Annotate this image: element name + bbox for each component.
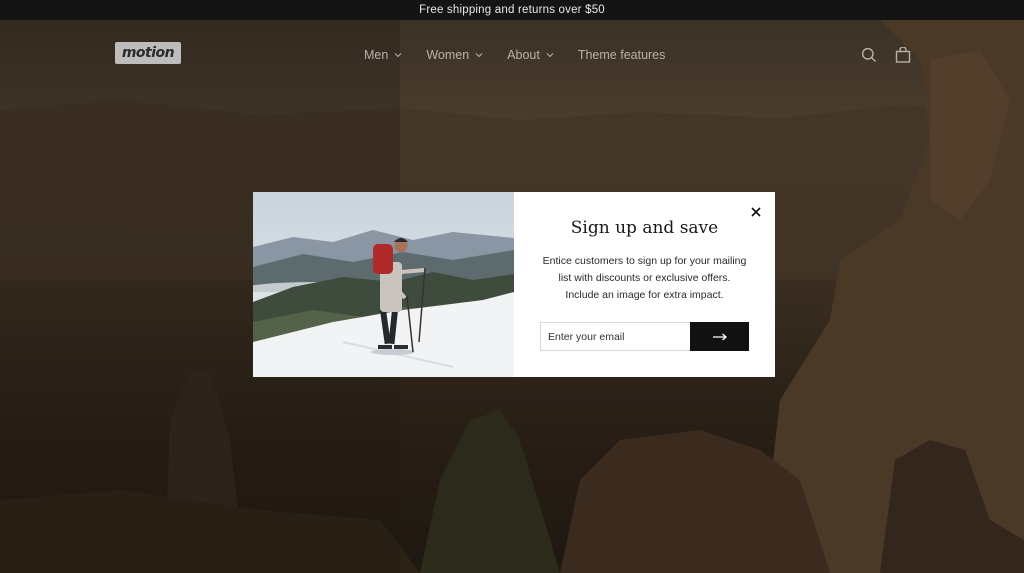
- nav-item-label: About: [507, 48, 540, 62]
- newsletter-popup: Sign up and save Entice customers to sig…: [253, 192, 775, 377]
- logo-text: motion: [121, 45, 175, 61]
- subscribe-submit-button[interactable]: [690, 322, 749, 351]
- close-icon: [751, 207, 761, 217]
- search-icon: [861, 47, 876, 62]
- nav-item-about[interactable]: About: [507, 48, 554, 62]
- nav-item-label: Men: [364, 48, 389, 62]
- site-logo[interactable]: motion: [115, 42, 181, 64]
- main-nav: Men Women About Theme features: [364, 48, 689, 62]
- search-button[interactable]: [861, 47, 877, 63]
- cart-icon: [895, 46, 911, 63]
- arrow-right-icon: [712, 333, 727, 340]
- nav-item-theme-features[interactable]: Theme features: [578, 48, 666, 62]
- announcement-bar: Free shipping and returns over $50: [0, 0, 1024, 20]
- popup-close-button[interactable]: [750, 205, 762, 217]
- nav-item-label: Theme features: [577, 48, 666, 62]
- email-input[interactable]: [540, 322, 691, 351]
- nav-item-label: Women: [426, 48, 470, 62]
- nav-item-women[interactable]: Women: [426, 48, 483, 62]
- chevron-down-icon: [546, 53, 554, 58]
- cart-button[interactable]: [895, 46, 911, 63]
- popup-image-hiker: [253, 192, 514, 377]
- popup-title: Sign up and save: [570, 218, 719, 238]
- announcement-text: Free shipping and returns over $50: [419, 4, 605, 16]
- site-header: motion Men Women About Theme features: [0, 20, 1024, 90]
- popup-description: Entice customers to sign up for your mai…: [542, 255, 747, 301]
- chevron-down-icon: [475, 53, 483, 58]
- nav-item-men[interactable]: Men: [364, 48, 402, 62]
- chevron-down-icon: [394, 53, 402, 58]
